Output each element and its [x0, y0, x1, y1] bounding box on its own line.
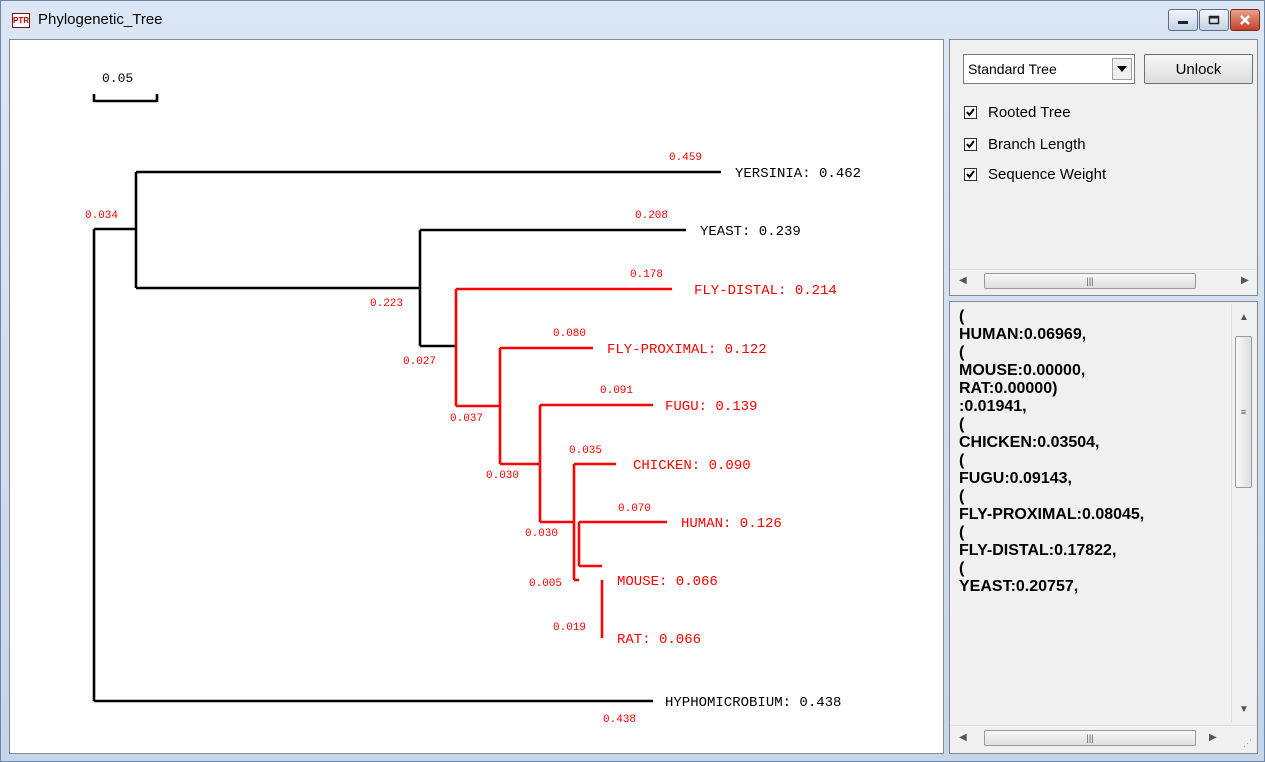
internal-branch-label: 0.019: [553, 622, 586, 634]
branch-length-checkbox[interactable]: [964, 137, 977, 151]
leaf-label: FUGU: 0.139: [665, 399, 757, 415]
rooted-tree-label: Rooted Tree: [988, 103, 1071, 121]
title-bar[interactable]: PTR Phylogenetic_Tree: [1, 1, 1264, 39]
internal-branch-label: 0.027: [403, 356, 436, 368]
dropdown-arrow-icon[interactable]: [1112, 58, 1132, 80]
branch-length-label: 0.091: [600, 385, 633, 397]
checkmark-icon: [966, 169, 975, 179]
checkmark-icon: [966, 107, 975, 117]
unlock-button[interactable]: Unlock: [1144, 54, 1253, 84]
options-horizontal-scrollbar[interactable]: ◀ ||| ▶: [951, 269, 1256, 294]
leaf-label: YERSINIA: 0.462: [735, 166, 861, 182]
leaf-label: HYPHOMICROBIUM: 0.438: [665, 695, 841, 711]
option-sequence-weight[interactable]: Sequence Weight: [964, 164, 1106, 184]
internal-branch-label: 0.037: [450, 413, 483, 425]
close-button[interactable]: [1230, 9, 1260, 31]
leaf-label: RAT: 0.066: [617, 632, 701, 648]
branch-length-label: 0.035: [569, 445, 602, 457]
internal-branch-label: 0.005: [529, 578, 562, 590]
option-rooted-tree[interactable]: Rooted Tree: [964, 102, 1071, 122]
newick-horizontal-scrollbar[interactable]: ◀ ||| ▶ ⋰: [951, 725, 1256, 752]
internal-branch-label: 0.030: [486, 470, 519, 482]
newick-text-panel[interactable]: ( HUMAN:0.06969, ( MOUSE:0.00000, RAT:0.…: [949, 301, 1258, 754]
leaf-label: HUMAN: 0.126: [681, 516, 782, 532]
checkmark-icon: [966, 139, 975, 149]
scroll-left-icon[interactable]: ◀: [959, 275, 967, 286]
leaf-label: FLY-PROXIMAL: 0.122: [607, 342, 767, 358]
branch-length-label: 0.178: [630, 269, 663, 281]
options-panel: Standard Tree Unlock Rooted Tree Branch …: [949, 39, 1258, 296]
resize-grip-icon[interactable]: ⋰: [1243, 738, 1252, 749]
tree-type-select[interactable]: Standard Tree: [963, 54, 1135, 84]
sequence-weight-checkbox[interactable]: [964, 167, 977, 181]
maximize-icon: [1208, 15, 1220, 25]
rooted-tree-checkbox[interactable]: [964, 105, 977, 119]
tree-type-value: Standard Tree: [968, 61, 1057, 77]
scrollbar-thumb[interactable]: |||: [984, 730, 1196, 746]
branch-length-label: 0.070: [618, 503, 651, 515]
branch-length-label: 0.459: [669, 152, 702, 164]
app-icon: PTR: [12, 13, 30, 28]
scroll-down-icon[interactable]: ▼: [1239, 704, 1249, 715]
internal-branch-label: 0.223: [370, 298, 403, 310]
scroll-right-icon[interactable]: ▶: [1241, 275, 1249, 286]
branch-length-label: Branch Length: [988, 135, 1086, 153]
leaf-label: MOUSE: 0.066: [617, 574, 718, 590]
internal-branch-label: 0.034: [85, 210, 118, 222]
scrollbar-thumb[interactable]: |||: [984, 273, 1196, 289]
internal-branch-label: 0.030: [525, 528, 558, 540]
close-icon: [1240, 15, 1250, 25]
branch-length-label: 0.208: [635, 210, 668, 222]
branch-length-label: 0.438: [603, 714, 636, 726]
tree-canvas[interactable]: 0.05 YERSINIA: 0.462 0.459 YEAST: 0.239 0.20…: [9, 39, 944, 754]
leaf-label: CHICKEN: 0.090: [633, 458, 751, 474]
leaf-label: YEAST: 0.239: [700, 224, 801, 240]
scrollbar-thumb[interactable]: ≡: [1235, 336, 1252, 488]
minimize-button[interactable]: [1168, 9, 1198, 31]
scroll-up-icon[interactable]: ▲: [1239, 312, 1249, 323]
leaf-label: FLY-DISTAL: 0.214: [694, 283, 837, 299]
scale-bar-label: 0.05: [102, 71, 133, 86]
scroll-right-icon[interactable]: ▶: [1209, 732, 1217, 743]
sequence-weight-label: Sequence Weight: [988, 165, 1107, 183]
app-window: PTR Phylogenetic_Tree 0.05 YERSINIA: 0.46…: [0, 0, 1265, 762]
minimize-icon: [1178, 21, 1188, 24]
maximize-button[interactable]: [1199, 9, 1229, 31]
right-panel: Standard Tree Unlock Rooted Tree Branch …: [949, 39, 1258, 754]
newick-vertical-scrollbar[interactable]: ▲ ≡ ▼: [1231, 304, 1256, 722]
scroll-left-icon[interactable]: ◀: [959, 732, 967, 743]
phylogenetic-tree: 0.05 YERSINIA: 0.462 0.459 YEAST: 0.239 0.20…: [85, 71, 861, 726]
newick-text: ( HUMAN:0.06969, ( MOUSE:0.00000, RAT:0.…: [959, 308, 1145, 595]
window-title: Phylogenetic_Tree: [38, 11, 163, 28]
branch-length-label: 0.080: [553, 328, 586, 340]
option-branch-length[interactable]: Branch Length: [964, 134, 1086, 154]
